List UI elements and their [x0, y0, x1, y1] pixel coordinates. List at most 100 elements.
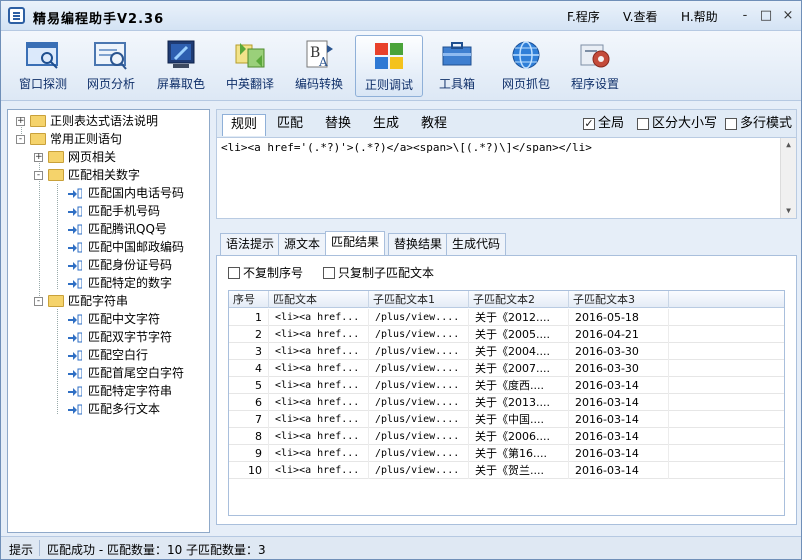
toolbox-icon — [442, 42, 472, 66]
cell-sub1: /plus/view.... — [369, 326, 469, 343]
cell-index: 7 — [229, 411, 269, 428]
column-header[interactable]: 子匹配文本3 — [569, 291, 669, 308]
tree-node-label: 网页相关 — [68, 150, 117, 164]
regex-input[interactable]: <li><a href='(.*?)'>(.*?)</a><span>\[(.*… — [216, 137, 797, 219]
table-row[interactable]: 5 <li><a href... /plus/view.... 关于《度西...… — [229, 377, 784, 394]
checkbox-label: 全局 — [598, 116, 625, 131]
collapse-toggle[interactable]: - — [34, 171, 43, 180]
checkbox-label: 不复制序号 — [243, 266, 304, 280]
close-button[interactable]: × — [779, 7, 797, 25]
tool-settings[interactable]: 程序设置 — [561, 35, 629, 97]
tool-toolbox[interactable]: 工具箱 — [423, 35, 491, 97]
folder-icon — [48, 169, 64, 181]
tool-window-probe[interactable]: 窗口探测 — [9, 35, 77, 97]
column-header[interactable]: 子匹配文本1 — [369, 291, 469, 308]
tab-generate[interactable]: 生成 — [365, 114, 407, 136]
tree-node-label: 匹配国内电话号码 — [88, 186, 185, 200]
checkbox-unchecked — [228, 267, 240, 279]
settings-icon — [580, 44, 610, 68]
table-row[interactable]: 2 <li><a href... /plus/view.... 关于《2005.… — [229, 326, 784, 343]
cell-match: <li><a href... — [269, 411, 369, 428]
table-row[interactable]: 7 <li><a href... /plus/view.... 关于《中国...… — [229, 411, 784, 428]
status-message: 匹配成功 - 匹配数量：10 子匹配数量：3 — [47, 543, 266, 557]
tab-tutorial[interactable]: 教程 — [413, 114, 455, 136]
tree-node-label: 匹配中文字符 — [88, 312, 161, 326]
tool-web-analyze[interactable]: 网页分析 — [77, 35, 145, 97]
tab-match-result[interactable]: 匹配结果 — [325, 231, 386, 256]
regex-scrollbar[interactable]: ▲ ▼ — [780, 138, 796, 218]
cell-match: <li><a href... — [269, 326, 369, 343]
cell-match: <li><a href... — [269, 428, 369, 445]
tree-node-label: 匹配特定字符串 — [88, 384, 173, 398]
collapse-toggle[interactable]: - — [16, 135, 25, 144]
table-row[interactable]: 4 <li><a href... /plus/view.... 关于《2007.… — [229, 360, 784, 377]
table-row[interactable]: 3 <li><a href... /plus/view.... 关于《2004.… — [229, 343, 784, 360]
cell-sub3: 2016-03-14 — [569, 377, 669, 394]
cell-sub2: 关于《2006.... — [469, 428, 569, 445]
rule-tabs: 规则 匹配 替换 生成 教程 ✓ 全局 区分大小写 多行模式 — [216, 109, 797, 137]
table-row[interactable]: 9 <li><a href... /plus/view.... 关于《第16..… — [229, 445, 784, 462]
cell-sub1: /plus/view.... — [369, 360, 469, 377]
folder-icon — [48, 295, 64, 307]
cell-index: 4 — [229, 360, 269, 377]
cell-match: <li><a href... — [269, 377, 369, 394]
tab-replace-result[interactable]: 替换结果 — [388, 233, 449, 255]
maximize-button[interactable]: □ — [757, 7, 775, 25]
expand-toggle[interactable]: + — [34, 153, 43, 162]
tool-encoding[interactable]: B A 编码转换 — [285, 35, 353, 97]
table-row[interactable]: 8 <li><a href... /plus/view.... 关于《2006.… — [229, 428, 784, 445]
tool-translate[interactable]: 中英翻译 — [216, 35, 284, 97]
checkbox-unchecked — [323, 267, 335, 279]
tab-source-text[interactable]: 源文本 — [278, 233, 327, 255]
cell-index: 9 — [229, 445, 269, 462]
column-header[interactable]: 匹配文本 — [269, 291, 369, 308]
cell-sub2: 关于《度西.... — [469, 377, 569, 394]
scroll-up-icon[interactable]: ▲ — [781, 138, 796, 152]
app-logo-icon — [8, 7, 25, 24]
collapse-toggle[interactable]: - — [34, 297, 43, 306]
main-window: 精易编程助手V2.36 F.程序 V.查看 H.帮助 - □ × 窗口探测 网页… — [0, 0, 802, 560]
cell-sub3: 2016-03-14 — [569, 462, 669, 479]
tab-generate-code[interactable]: 生成代码 — [446, 233, 507, 255]
tab-syntax-hint[interactable]: 语法提示 — [220, 233, 281, 255]
cell-match: <li><a href... — [269, 343, 369, 360]
svg-text:A: A — [318, 55, 328, 69]
table-row[interactable]: 6 <li><a href... /plus/view.... 关于《2013.… — [229, 394, 784, 411]
column-header[interactable]: 序号 — [229, 291, 269, 308]
tab-replace[interactable]: 替换 — [317, 114, 359, 136]
tab-rule[interactable]: 规则 — [222, 114, 267, 136]
tree-node-label: 正则表达式语法说明 — [50, 114, 159, 128]
regex-text: <li><a href='(.*?)'>(.*?)</a><span>\[(.*… — [221, 141, 592, 154]
scroll-down-icon[interactable]: ▼ — [781, 204, 796, 218]
cell-sub2: 关于《2013.... — [469, 394, 569, 411]
menu-program[interactable]: F.程序 — [567, 8, 600, 25]
rule-item-icon — [68, 224, 82, 235]
table-row[interactable]: 10 <li><a href... /plus/view.... 关于《贺兰..… — [229, 462, 784, 479]
cell-sub2: 关于《2007.... — [469, 360, 569, 377]
tree-node-label: 匹配手机号码 — [88, 204, 161, 218]
expand-toggle[interactable]: + — [16, 117, 25, 126]
cell-index: 10 — [229, 462, 269, 479]
tool-regex-debug[interactable]: 正则调试 — [355, 35, 423, 97]
tree-node-label: 匹配首尾空白字符 — [88, 366, 185, 380]
table-row[interactable]: 1 <li><a href... /plus/view.... 关于《2012.… — [229, 309, 784, 326]
app-title: 精易编程助手V2.36 — [33, 12, 165, 27]
rule-item-icon — [68, 314, 82, 325]
cell-sub2: 关于《贺兰.... — [469, 462, 569, 479]
cell-index: 5 — [229, 377, 269, 394]
minimize-button[interactable]: - — [736, 7, 754, 25]
menu-view[interactable]: V.查看 — [623, 8, 657, 25]
cell-match: <li><a href... — [269, 309, 369, 326]
status-hint-label: 提示 — [9, 543, 34, 557]
checkbox-unchecked — [637, 118, 649, 130]
cell-sub2: 关于《中国.... — [469, 411, 569, 428]
tool-color-picker[interactable]: 屏幕取色 — [147, 35, 215, 97]
cell-sub3: 2016-03-14 — [569, 428, 669, 445]
rule-item-icon — [68, 350, 82, 361]
menu-help[interactable]: H.帮助 — [681, 8, 718, 25]
tab-match[interactable]: 匹配 — [269, 114, 311, 136]
tool-packet-capture[interactable]: 网页抓包 — [492, 35, 560, 97]
column-header[interactable]: 子匹配文本2 — [469, 291, 569, 308]
cell-index: 8 — [229, 428, 269, 445]
cell-sub3: 2016-03-30 — [569, 360, 669, 377]
